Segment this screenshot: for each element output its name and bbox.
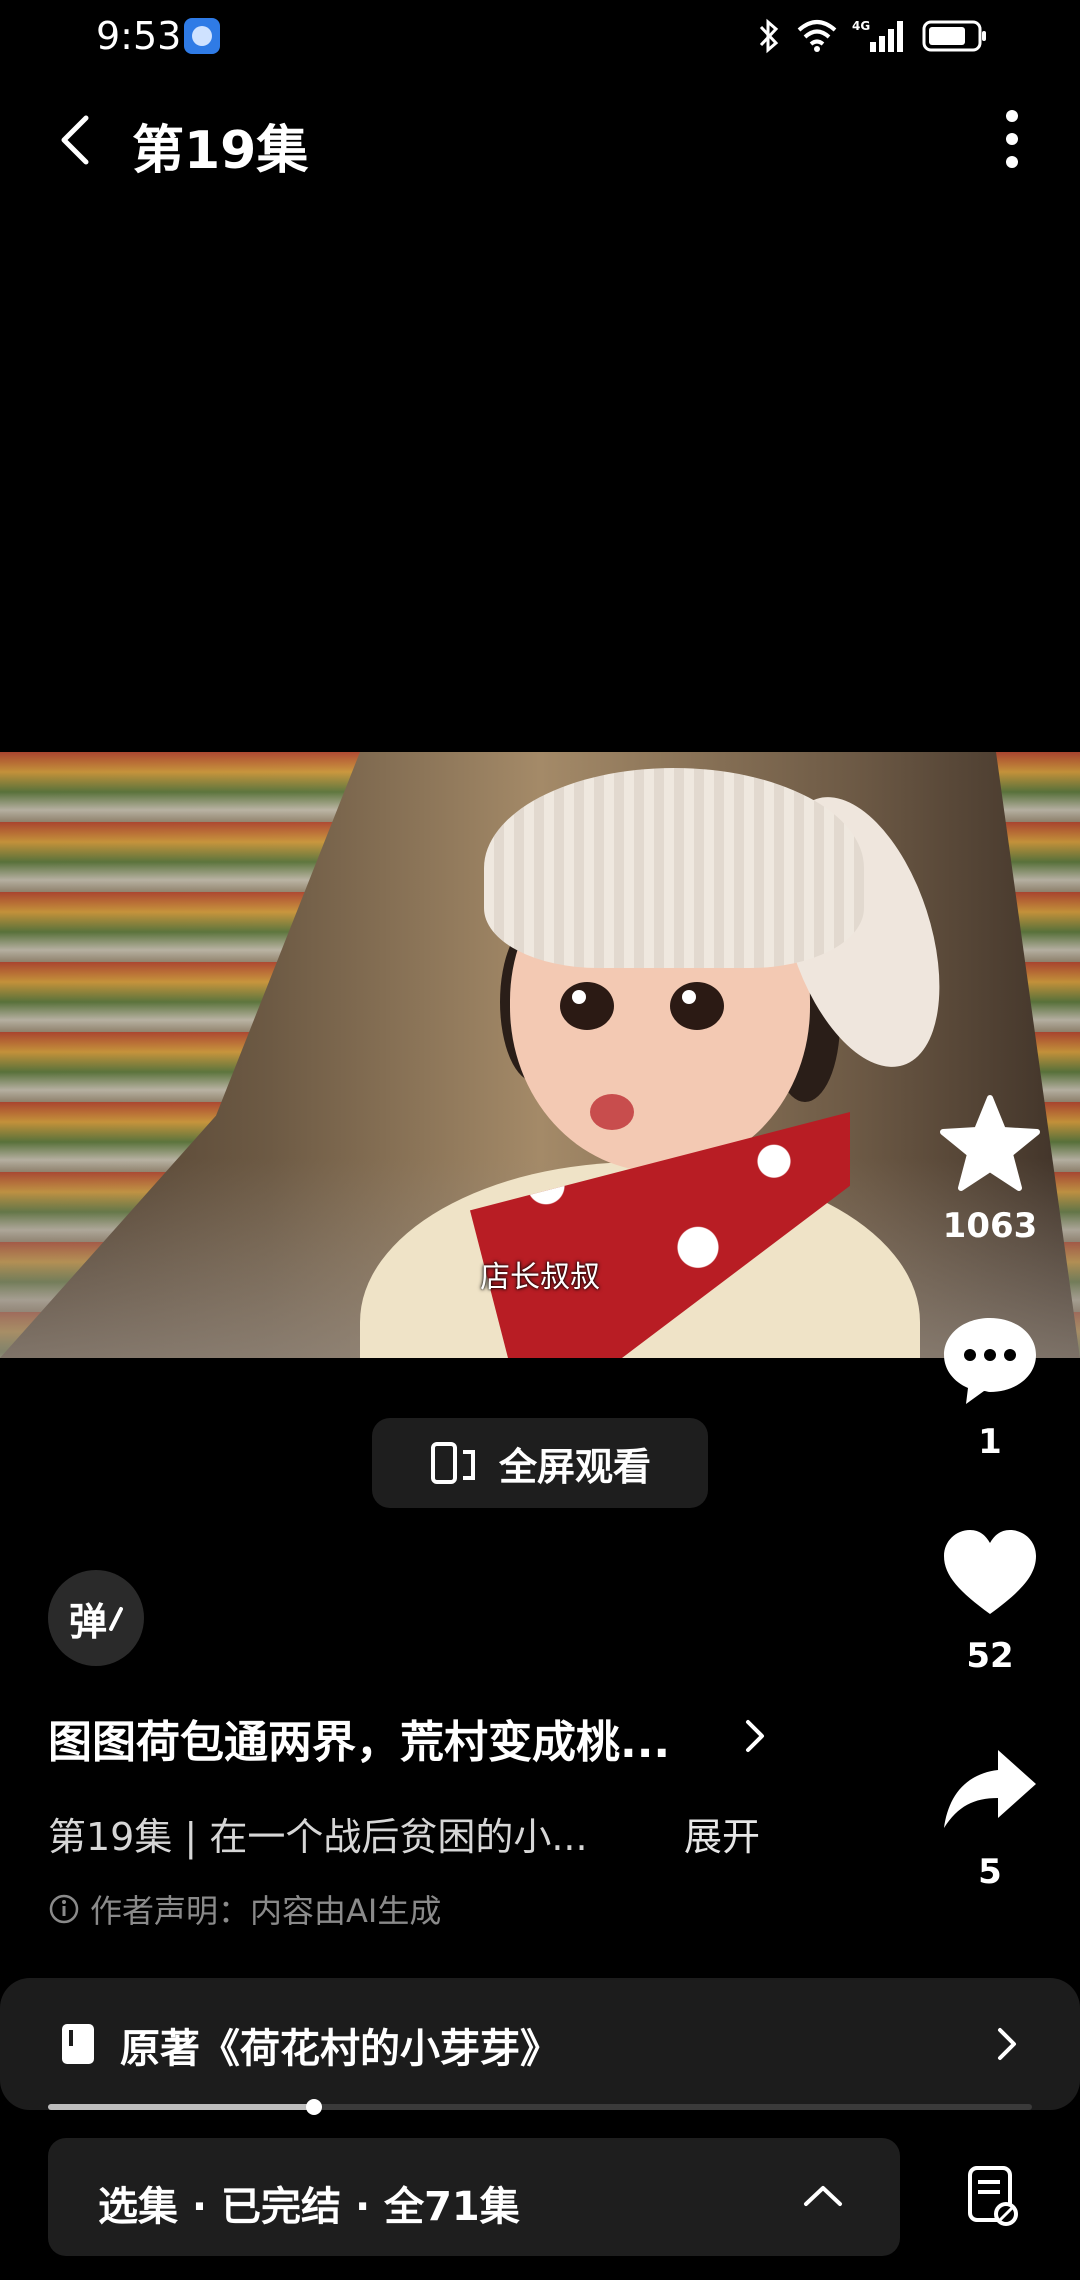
comment-action[interactable]: 1	[930, 1310, 1050, 1462]
heart-icon[interactable]	[940, 1524, 1040, 1624]
comment-count: 1	[978, 1422, 1002, 1462]
progress-thumb[interactable]	[305, 2099, 322, 2115]
danmaku-label: 弹	[68, 1599, 107, 1644]
original-novel-bar[interactable]: 原著《荷花村的小芽芽》	[0, 1978, 1080, 2110]
comment-icon[interactable]	[940, 1310, 1040, 1410]
app-notification-icon	[184, 18, 220, 54]
like-action[interactable]: 52	[930, 1524, 1050, 1676]
chevron-right-icon[interactable]	[742, 1716, 768, 1756]
like-count: 52	[966, 1636, 1014, 1676]
status-time: 9:53	[96, 14, 182, 58]
video-child-mouth	[590, 1094, 634, 1130]
drama-title[interactable]: 图图荷包通两界，荒村变成桃...	[48, 1706, 670, 1770]
page-title: 第19集	[132, 121, 309, 181]
ai-disclaimer: 作者声明：内容由AI生成	[48, 1886, 441, 1932]
chevron-right-icon[interactable]	[994, 2024, 1020, 2064]
disclaimer-text: 作者声明：内容由AI生成	[90, 1892, 442, 1930]
episode-selector-label: 选集 · 已完结 · 全71集	[98, 2184, 520, 2230]
favorite-action[interactable]: 1063	[930, 1094, 1050, 1246]
header: 第19集	[0, 96, 1080, 186]
wifi-icon	[797, 20, 837, 52]
share-action[interactable]: 5	[930, 1740, 1050, 1892]
status-icons: 4G	[756, 16, 988, 56]
progress-fill	[48, 2104, 314, 2110]
book-icon	[62, 2024, 94, 2064]
more-icon[interactable]	[1004, 108, 1020, 170]
episode-selector[interactable]: 选集 · 已完结 · 全71集	[48, 2138, 900, 2256]
battery-icon	[922, 20, 986, 52]
video-child-eye	[560, 982, 614, 1030]
signal-icon: 4G	[852, 19, 903, 52]
favorite-count: 1063	[942, 1206, 1038, 1246]
back-icon[interactable]	[56, 112, 96, 168]
danmaku-slash-icon	[109, 1607, 123, 1631]
video-subtitle: 店长叔叔	[480, 1260, 600, 1295]
danmaku-toggle-button[interactable]: 弹	[48, 1570, 144, 1666]
bluetooth-icon	[759, 18, 779, 54]
fullscreen-button[interactable]: 全屏观看	[372, 1418, 708, 1508]
network-type-label: 4G	[852, 19, 870, 33]
star-icon[interactable]	[940, 1094, 1040, 1194]
video-hat	[484, 768, 864, 968]
original-novel-label: 原著《荷花村的小芽芽》	[120, 2026, 560, 2072]
chevron-up-icon[interactable]	[802, 2180, 844, 2210]
fullscreen-label: 全屏观看	[498, 1444, 651, 1489]
status-bar: 9:53 4G	[0, 0, 1080, 72]
episode-description: 第19集 | 在一个战后贫困的小...	[48, 1815, 588, 1859]
info-icon	[49, 1894, 79, 1924]
video-child-eye	[670, 982, 724, 1030]
share-count: 5	[978, 1852, 1002, 1892]
expand-link[interactable]: 展开	[684, 1806, 760, 1861]
video-player[interactable]: 店长叔叔	[0, 752, 1080, 1358]
share-icon[interactable]	[940, 1740, 1040, 1840]
playlist-icon[interactable]	[966, 2164, 1018, 2226]
playback-progress[interactable]	[48, 2099, 1032, 2115]
rotate-screen-icon	[430, 1442, 475, 1484]
